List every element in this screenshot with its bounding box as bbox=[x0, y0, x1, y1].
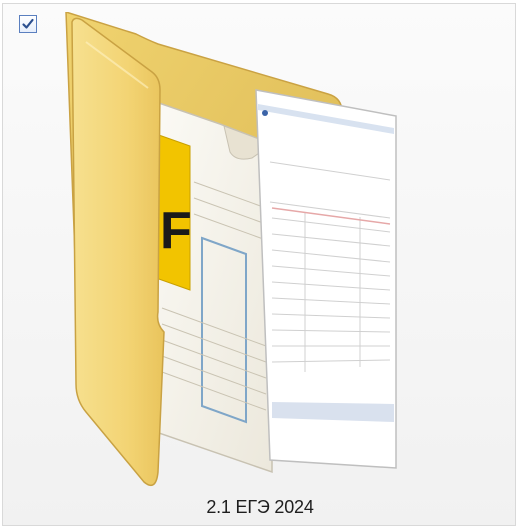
folder-icon[interactable]: F bbox=[60, 12, 420, 502]
folder-name-label[interactable]: 2.1 ЕГЭ 2024 bbox=[0, 497, 520, 518]
scanned-form-page-icon bbox=[255, 89, 397, 469]
select-checkbox[interactable] bbox=[19, 15, 37, 33]
pdf-document-icon: F bbox=[155, 100, 274, 474]
svg-text:F: F bbox=[160, 202, 192, 260]
checkmark-icon bbox=[22, 18, 34, 29]
